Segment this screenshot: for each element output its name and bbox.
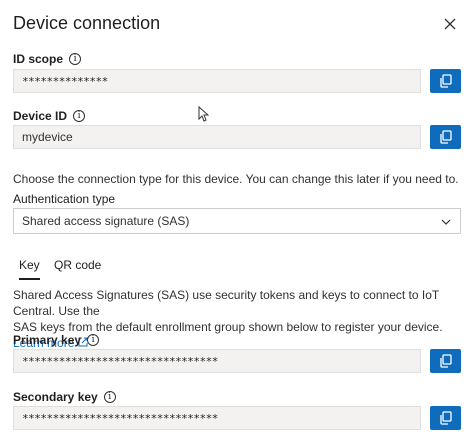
secondary-key-label: Secondary key i bbox=[13, 390, 116, 404]
info-icon[interactable]: i bbox=[69, 53, 82, 65]
tab-qr-code[interactable]: QR code bbox=[54, 258, 101, 278]
device-id-label-text: Device ID bbox=[13, 109, 68, 123]
primary-key-label-text: Primary key bbox=[13, 333, 82, 347]
chevron-down-icon bbox=[441, 219, 451, 225]
connection-description: Choose the connection type for this devi… bbox=[13, 172, 459, 186]
device-id-label: Device ID i bbox=[13, 109, 86, 123]
primary-key-value: ******************************** bbox=[22, 354, 218, 368]
copy-icon bbox=[439, 411, 452, 425]
info-icon[interactable]: i bbox=[87, 334, 100, 346]
close-icon[interactable] bbox=[440, 14, 460, 34]
copy-secondary-key-button[interactable] bbox=[430, 406, 461, 430]
mouse-cursor-icon bbox=[198, 106, 209, 122]
device-id-field[interactable]: mydevice bbox=[13, 125, 421, 149]
id-scope-label-text: ID scope bbox=[13, 52, 64, 66]
dialog-title: Device connection bbox=[13, 13, 161, 33]
id-scope-value: ************** bbox=[22, 74, 108, 88]
auth-type-label: Authentication type bbox=[13, 192, 116, 206]
info-icon[interactable]: i bbox=[103, 391, 116, 403]
sas-description-line2: SAS keys from the default enrollment gro… bbox=[13, 320, 443, 334]
auth-type-selected: Shared access signature (SAS) bbox=[22, 214, 190, 228]
copy-icon bbox=[439, 74, 452, 88]
id-scope-field[interactable]: ************** bbox=[13, 69, 421, 93]
copy-id-scope-button[interactable] bbox=[430, 69, 461, 93]
tab-key[interactable]: Key bbox=[19, 258, 40, 280]
primary-key-field[interactable]: ******************************** bbox=[13, 349, 421, 373]
device-id-value: mydevice bbox=[22, 130, 73, 144]
auth-type-dropdown[interactable]: Shared access signature (SAS) bbox=[13, 208, 461, 234]
secondary-key-value: ******************************** bbox=[22, 411, 218, 425]
id-scope-label: ID scope i bbox=[13, 52, 82, 66]
secondary-key-label-text: Secondary key bbox=[13, 390, 98, 404]
device-connection-panel: Device connection ID scope i ***********… bbox=[0, 0, 474, 447]
copy-device-id-button[interactable] bbox=[430, 125, 461, 149]
secondary-key-field[interactable]: ******************************** bbox=[13, 406, 421, 430]
copy-icon bbox=[439, 354, 452, 368]
copy-primary-key-button[interactable] bbox=[430, 349, 461, 373]
copy-icon bbox=[439, 130, 452, 144]
sas-description-line1: Shared Access Signatures (SAS) use secur… bbox=[13, 288, 439, 318]
info-icon[interactable]: i bbox=[73, 110, 86, 122]
primary-key-label: Primary key i bbox=[13, 333, 100, 347]
